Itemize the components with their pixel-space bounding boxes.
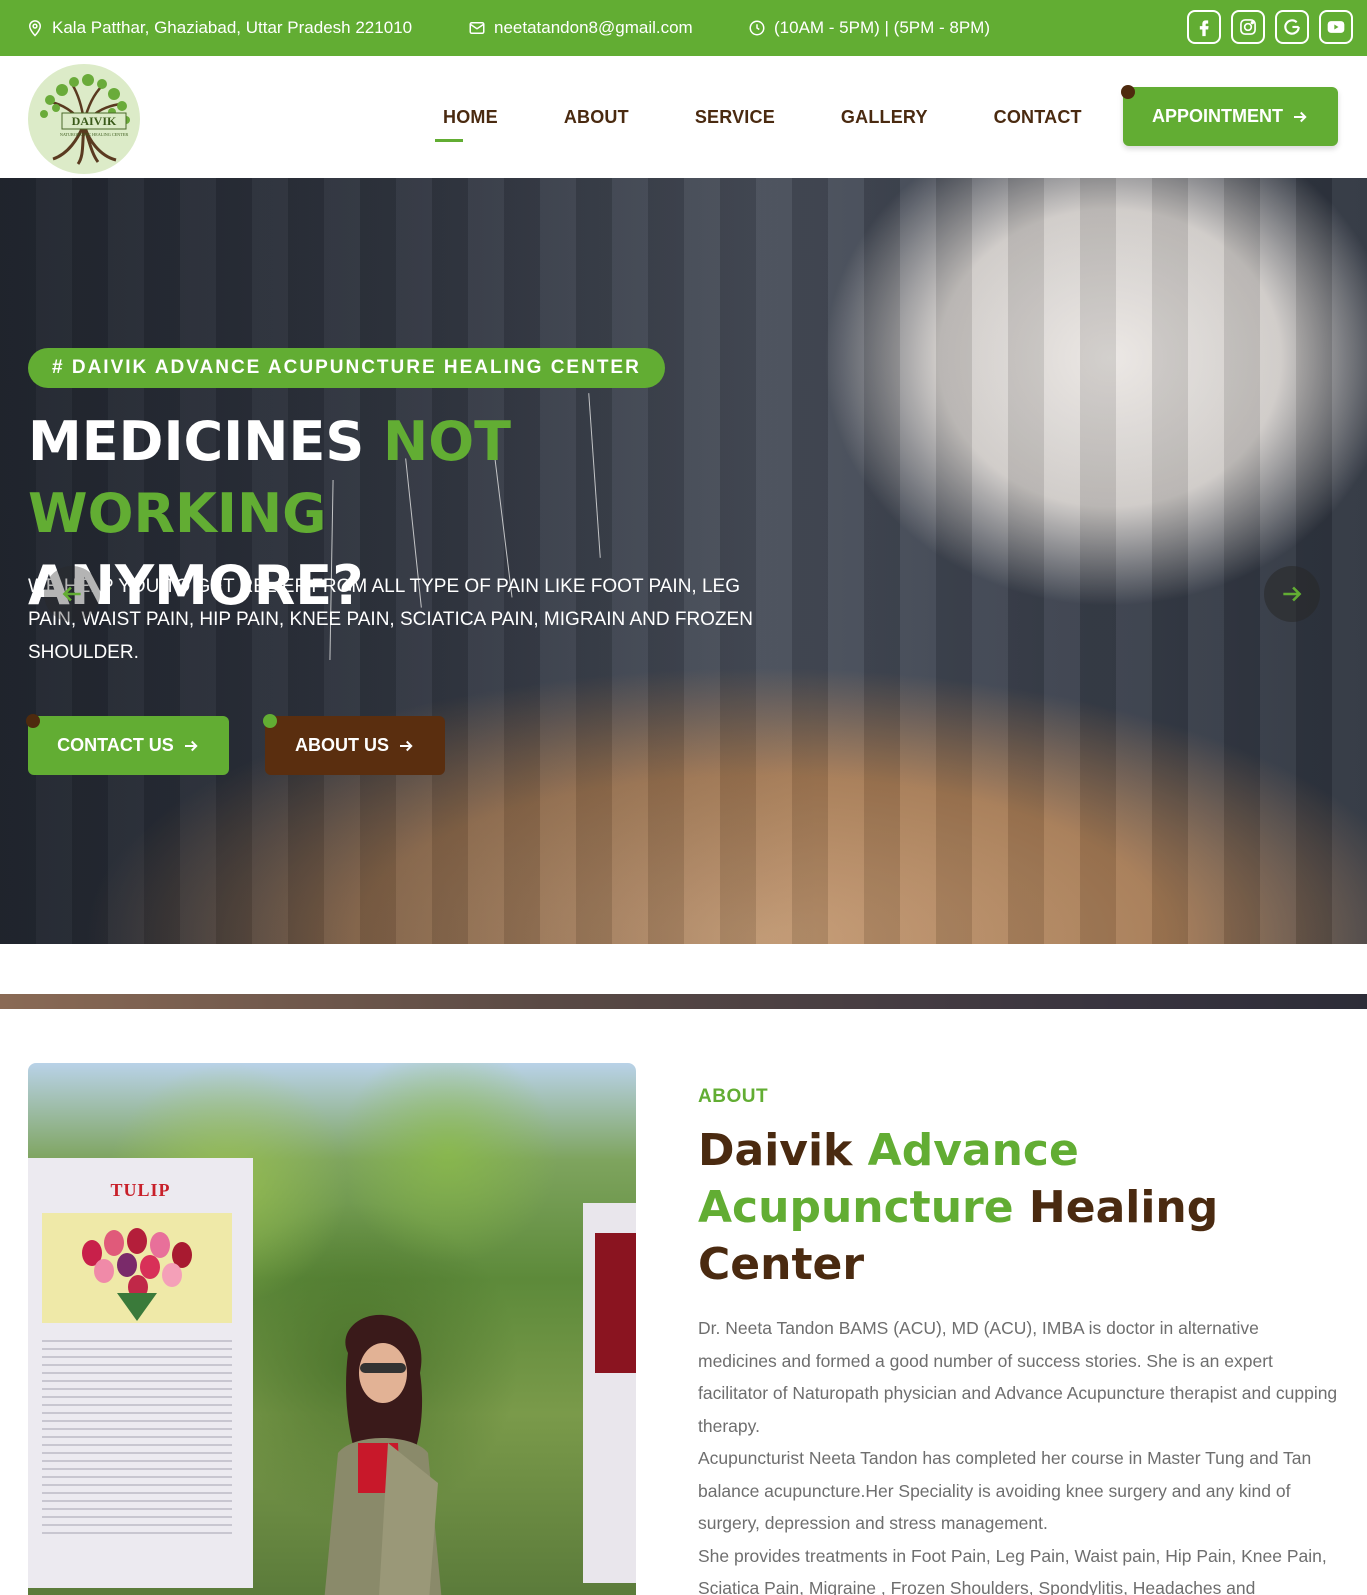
tulip-flower-image (42, 1213, 232, 1323)
decor-dot (263, 714, 277, 728)
hours-info: (10AM - 5PM) | (5PM - 8PM) (748, 0, 990, 56)
hero-title-part1: MEDICINES (28, 410, 384, 473)
nav-gallery[interactable]: GALLERY (841, 107, 928, 128)
google-icon (1284, 19, 1300, 35)
daivik-logo[interactable]: DAIVIK NATUROPATHIC HEALING CENTER (28, 64, 140, 174)
address-text: Kala Patthar, Ghaziabad, Uttar Pradesh 2… (52, 18, 413, 37)
clock-icon (749, 20, 765, 36)
email-info[interactable]: neetatandon8@gmail.com (468, 0, 693, 56)
about-paragraph: Dr. Neeta Tandon BAMS (ACU), MD (ACU), I… (698, 1318, 1338, 1436)
about-description: Dr. Neeta Tandon BAMS (ACU), MD (ACU), I… (698, 1312, 1338, 1595)
tulip-sign-text-block (42, 1340, 232, 1540)
social-links (1187, 10, 1353, 44)
about-us-label: ABOUT US (295, 735, 389, 755)
contact-us-button[interactable]: CONTACT US (26, 714, 229, 775)
google-link[interactable] (1275, 10, 1309, 44)
doctor-figure (324, 1314, 442, 1595)
nav-contact[interactable]: CONTACT (994, 107, 1082, 128)
tulip-sign: TULIP (28, 1158, 253, 1588)
youtube-icon (1327, 21, 1345, 33)
logo-subtext: NATUROPATHIC HEALING CENTER (60, 132, 128, 137)
arrow-right-icon (400, 740, 413, 751)
address-info: Kala Patthar, Ghaziabad, Uttar Pradesh 2… (26, 0, 412, 56)
facebook-link[interactable] (1187, 10, 1221, 44)
email-text[interactable]: neetatandon8@gmail.com (494, 18, 693, 38)
nav-service[interactable]: SERVICE (695, 107, 775, 128)
right-sign-board (583, 1203, 636, 1583)
about-paragraph: She provides treatments in Foot Pain, Le… (698, 1545, 1327, 1595)
youtube-link[interactable] (1319, 10, 1353, 44)
nav-about[interactable]: ABOUT (564, 107, 629, 128)
nav-home[interactable]: HOME (435, 107, 498, 142)
logo-text: DAIVIK (72, 114, 117, 128)
contact-us-label: CONTACT US (57, 735, 174, 755)
tree-logo-icon: DAIVIK NATUROPATHIC HEALING CENTER (40, 74, 130, 165)
arrow-right-icon (184, 740, 198, 751)
hero-slider: # DAIVIK ADVANCE ACUPUNCTURE HEALING CEN… (0, 178, 1367, 944)
slider-next-button[interactable] (1264, 566, 1320, 622)
slider-prev-button[interactable] (44, 566, 100, 622)
facebook-icon (1199, 20, 1209, 37)
about-paragraph: Acupuncturist Neeta Tandon has completed… (698, 1448, 1312, 1533)
decor-dot (26, 714, 40, 728)
appointment-button[interactable]: APPOINTMENT (1121, 85, 1338, 146)
decor-dot (1121, 85, 1135, 99)
arrow-right-icon (1283, 586, 1302, 602)
hero-badge: # DAIVIK ADVANCE ACUPUNCTURE HEALING CEN… (28, 348, 665, 388)
location-pin-icon (28, 20, 42, 37)
hours-text: (10AM - 5PM) | (5PM - 8PM) (774, 18, 990, 37)
main-navigation: HOME ABOUT SERVICE GALLERY CONTACT (410, 56, 1115, 178)
top-info-bar: Kala Patthar, Ghaziabad, Uttar Pradesh 2… (0, 0, 1367, 56)
arrow-left-icon (62, 586, 81, 602)
about-section-label: ABOUT (698, 1086, 769, 1107)
about-title-word1: Daivik (698, 1125, 868, 1176)
about-title: Daivik Advance Acupuncture Healing Cente… (698, 1122, 1318, 1293)
instagram-link[interactable] (1231, 10, 1265, 44)
about-us-button[interactable]: ABOUT US (263, 714, 445, 775)
section-divider-strip (0, 994, 1367, 1009)
arrow-right-icon (1294, 111, 1307, 122)
hero-description: WE HELP YOU TO GET RELIEF FROM ALL TYPE … (28, 576, 753, 663)
doctor-photo: TULIP (28, 1063, 636, 1595)
appointment-label: APPOINTMENT (1151, 106, 1283, 126)
site-header: DAIVIK NATUROPATHIC HEALING CENTER HOME … (0, 56, 1367, 178)
instagram-icon (1240, 19, 1256, 35)
red-flower-image (595, 1233, 636, 1373)
tulip-sign-title: TULIP (110, 1180, 171, 1200)
envelope-icon (469, 22, 485, 34)
